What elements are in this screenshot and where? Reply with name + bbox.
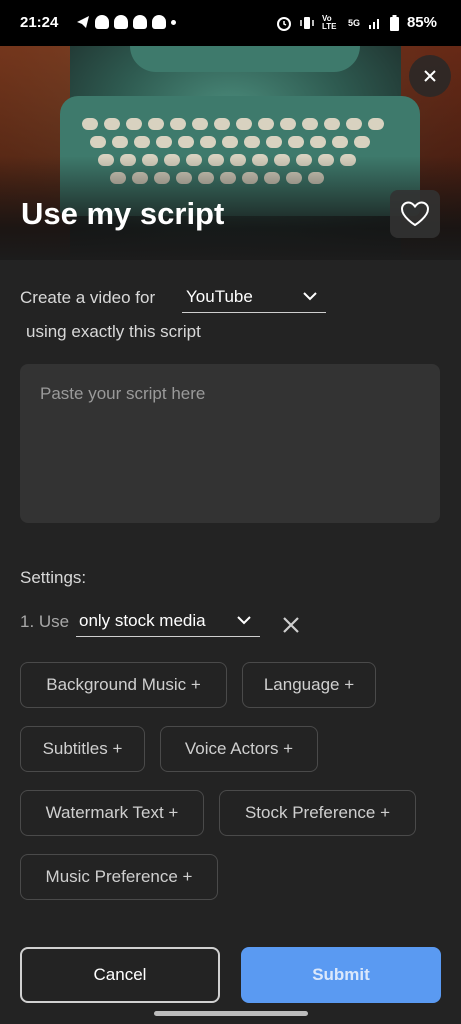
setting-1-prefix: 1. Use: [20, 612, 70, 631]
script-input-placeholder: Paste your script here: [40, 384, 206, 403]
more-notifications-icon: [171, 19, 176, 25]
close-icon: [424, 70, 436, 82]
remove-setting-button[interactable]: [280, 614, 302, 636]
home-indicator[interactable]: [154, 1011, 308, 1016]
system-icons: Vo LTE 5G 85%: [276, 14, 437, 31]
chevron-down-icon: [303, 292, 317, 301]
status-bar: 21:24 Vo LTE 5G 85%: [0, 0, 461, 46]
snapchat-icon: [95, 15, 109, 29]
chevron-down-icon: [237, 616, 251, 625]
subtitles-chip[interactable]: Subtitles +: [20, 726, 145, 772]
watermark-text-chip[interactable]: Watermark Text +: [20, 790, 204, 836]
media-source-select[interactable]: only stock media: [76, 610, 260, 637]
close-icon: [283, 617, 299, 633]
close-button[interactable]: [409, 55, 451, 97]
snapchat-icon: [114, 15, 128, 29]
using-script-label: using exactly this script: [26, 322, 201, 341]
telegram-icon: [77, 16, 89, 28]
media-source-value: only stock media: [79, 611, 206, 630]
notification-icons: [76, 15, 176, 29]
page-title: Use my script: [21, 196, 225, 231]
status-time: 21:24: [20, 14, 59, 31]
stock-preference-chip[interactable]: Stock Preference +: [219, 790, 416, 836]
favorite-button[interactable]: [390, 190, 440, 238]
battery-icon: [389, 14, 399, 31]
voice-actors-chip[interactable]: Voice Actors +: [160, 726, 318, 772]
snapchat-icon: [133, 15, 147, 29]
alarm-icon: [276, 16, 291, 31]
vibrate-icon: [300, 16, 314, 29]
submit-button[interactable]: Submit: [241, 947, 441, 1003]
battery-percent: 85%: [406, 14, 437, 31]
platform-select-value: YouTube: [186, 287, 253, 306]
background-music-chip[interactable]: Background Music +: [20, 662, 227, 708]
settings-label: Settings:: [20, 568, 87, 587]
cancel-button[interactable]: Cancel: [20, 947, 220, 1003]
snapchat-icon: [152, 15, 166, 29]
network-indicator: 5G: [347, 17, 360, 28]
volte-indicator: Vo LTE: [321, 13, 337, 31]
music-preference-chip[interactable]: Music Preference +: [20, 854, 218, 900]
platform-select[interactable]: YouTube: [182, 286, 326, 313]
signal-icon: [368, 18, 379, 29]
create-video-label: Create a video for: [20, 288, 156, 307]
script-input[interactable]: Paste your script here: [20, 364, 440, 523]
language-chip[interactable]: Language +: [242, 662, 376, 708]
heart-icon: [400, 201, 430, 227]
